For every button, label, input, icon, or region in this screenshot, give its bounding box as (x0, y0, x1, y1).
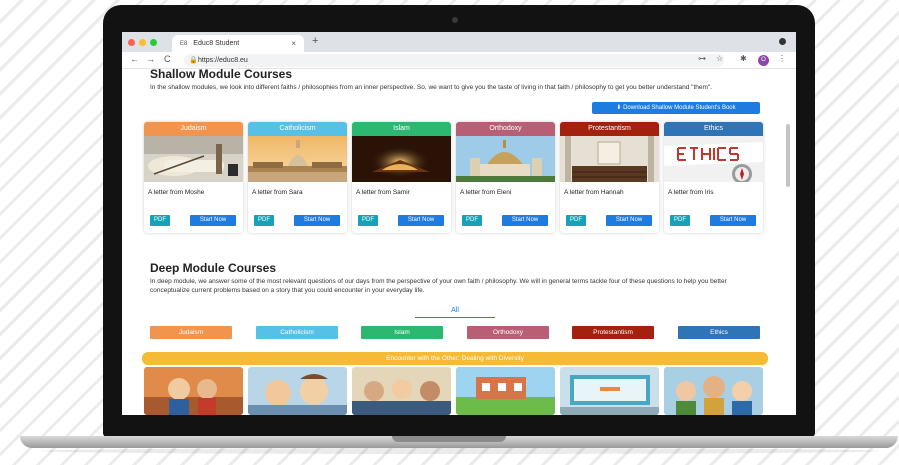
reload-icon[interactable]: C (164, 54, 171, 64)
orthodoxy-image (456, 136, 555, 182)
shallow-course-cards: Judaism A letter from Moshe PDF Start No… (144, 122, 766, 235)
filter-orthodoxy-button[interactable]: Orthodoxy (467, 326, 549, 339)
shallow-description: In the shallow modules, we look into dif… (150, 84, 713, 91)
pdf-button[interactable]: PDF (566, 215, 586, 226)
address-bar-row: ← → C 🔒 https://educ8.eu ⊶ ☆ ✱ O ⋮ (122, 52, 796, 69)
course-card-catholicism: Catholicism A letter from Sara PDF Start… (248, 122, 347, 233)
card-header: Judaism (144, 122, 243, 136)
download-student-book-button[interactable]: ⬇ Download Shallow Module Student's Book (592, 102, 760, 114)
card-letter-title: A letter from Samir (356, 189, 410, 196)
card-header: Catholicism (248, 122, 347, 136)
page-scrollbar[interactable] (786, 124, 790, 187)
ethics-image (664, 136, 763, 184)
start-now-button[interactable]: Start Now (294, 215, 340, 226)
pdf-button[interactable]: PDF (254, 215, 274, 226)
deep-filter-buttons: Judaism Catholicism Islam Orthodoxy Prot… (150, 326, 766, 339)
laptop-shadow (40, 448, 878, 454)
start-now-button[interactable]: Start Now (710, 215, 756, 226)
filter-protestantism-button[interactable]: Protestantism (572, 326, 654, 339)
course-card-protestantism: Protestantism A letter from Hannah PDF S… (560, 122, 659, 233)
star-icon[interactable]: ☆ (716, 54, 723, 63)
deep-module-thumbnails (144, 367, 766, 415)
kebab-menu-icon[interactable]: ⋮ (778, 54, 786, 63)
course-card-ethics: Ethics A letter from Iris PDF Start Now (664, 122, 763, 233)
course-card-islam: Islam A letter from Samir PDF Start Now (352, 122, 451, 233)
pdf-button[interactable]: PDF (462, 215, 482, 226)
filter-islam-button[interactable]: Islam (361, 326, 443, 339)
filter-ethics-button[interactable]: Ethics (678, 326, 760, 339)
url-field[interactable]: 🔒 https://educ8.eu (184, 54, 724, 67)
card-header: Islam (352, 122, 451, 136)
card-header: Orthodoxy (456, 122, 555, 136)
extensions-icon[interactable]: ✱ (740, 54, 747, 63)
back-icon[interactable]: ← (130, 54, 139, 64)
start-now-button[interactable]: Start Now (190, 215, 236, 226)
filter-tab-all[interactable]: All (415, 304, 495, 318)
forward-icon[interactable]: → (146, 54, 155, 64)
page-content: Shallow Module Courses In the shallow mo… (122, 69, 796, 415)
lock-icon: 🔒 (189, 57, 198, 64)
video-thumbnail[interactable] (144, 367, 243, 415)
video-thumbnail[interactable] (248, 367, 347, 415)
judaism-image (144, 136, 243, 182)
laptop-notch (392, 436, 506, 442)
profile-avatar[interactable]: O (758, 55, 769, 66)
filter-catholicism-button[interactable]: Catholicism (256, 326, 338, 339)
card-letter-title: A letter from Iris (668, 189, 714, 196)
deep-section-title: Deep Module Courses (150, 261, 277, 275)
laptop-screen: E8 Educ8 Student × + ← → C 🔒 https://edu… (122, 32, 796, 415)
maximize-window-button[interactable] (150, 39, 157, 46)
course-card-orthodoxy: Orthodoxy A letter from Eleni PDF Start … (456, 122, 555, 233)
favicon-icon: E8 (180, 41, 188, 47)
pdf-button[interactable]: PDF (670, 215, 690, 226)
download-button-label: Download Shallow Module Student's Book (623, 105, 736, 111)
catholicism-image (248, 136, 347, 182)
card-letter-title: A letter from Hannah (564, 189, 624, 196)
start-now-button[interactable]: Start Now (502, 215, 548, 226)
card-letter-title: A letter from Moshe (148, 189, 205, 196)
card-header: Ethics (664, 122, 763, 136)
pdf-button[interactable]: PDF (150, 215, 170, 226)
video-thumbnail[interactable] (456, 367, 555, 415)
module-topic-banner: Encounter with the Other: Dealing with D… (142, 352, 768, 365)
minimize-window-button[interactable] (139, 39, 146, 46)
islam-image (352, 136, 451, 182)
start-now-button[interactable]: Start Now (606, 215, 652, 226)
video-thumbnail[interactable] (664, 367, 763, 415)
pdf-button[interactable]: PDF (358, 215, 378, 226)
close-tab-icon[interactable]: × (291, 39, 296, 48)
browser-menu-dot-icon[interactable] (779, 38, 786, 45)
video-thumbnail[interactable] (352, 367, 451, 415)
shallow-section-title: Shallow Module Courses (150, 69, 293, 81)
start-now-button[interactable]: Start Now (398, 215, 444, 226)
protestantism-image (560, 136, 659, 182)
webcam (452, 17, 458, 23)
close-window-button[interactable] (128, 39, 135, 46)
card-letter-title: A letter from Eleni (460, 189, 512, 196)
url-text: https://educ8.eu (198, 57, 248, 64)
video-thumbnail[interactable] (560, 367, 659, 415)
course-card-judaism: Judaism A letter from Moshe PDF Start No… (144, 122, 243, 233)
card-header: Protestantism (560, 122, 659, 136)
card-letter-title: A letter from Sara (252, 189, 303, 196)
key-icon[interactable]: ⊶ (698, 54, 706, 63)
download-icon: ⬇ (616, 105, 622, 111)
filter-judaism-button[interactable]: Judaism (150, 326, 232, 339)
browser-tab-bar: E8 Educ8 Student × + (122, 32, 796, 52)
new-tab-button[interactable]: + (312, 35, 318, 47)
tab-title: Educ8 Student (193, 40, 240, 47)
deep-description: In deep module, we answer some of the mo… (150, 278, 727, 294)
browser-tab[interactable]: E8 Educ8 Student × (172, 35, 304, 52)
